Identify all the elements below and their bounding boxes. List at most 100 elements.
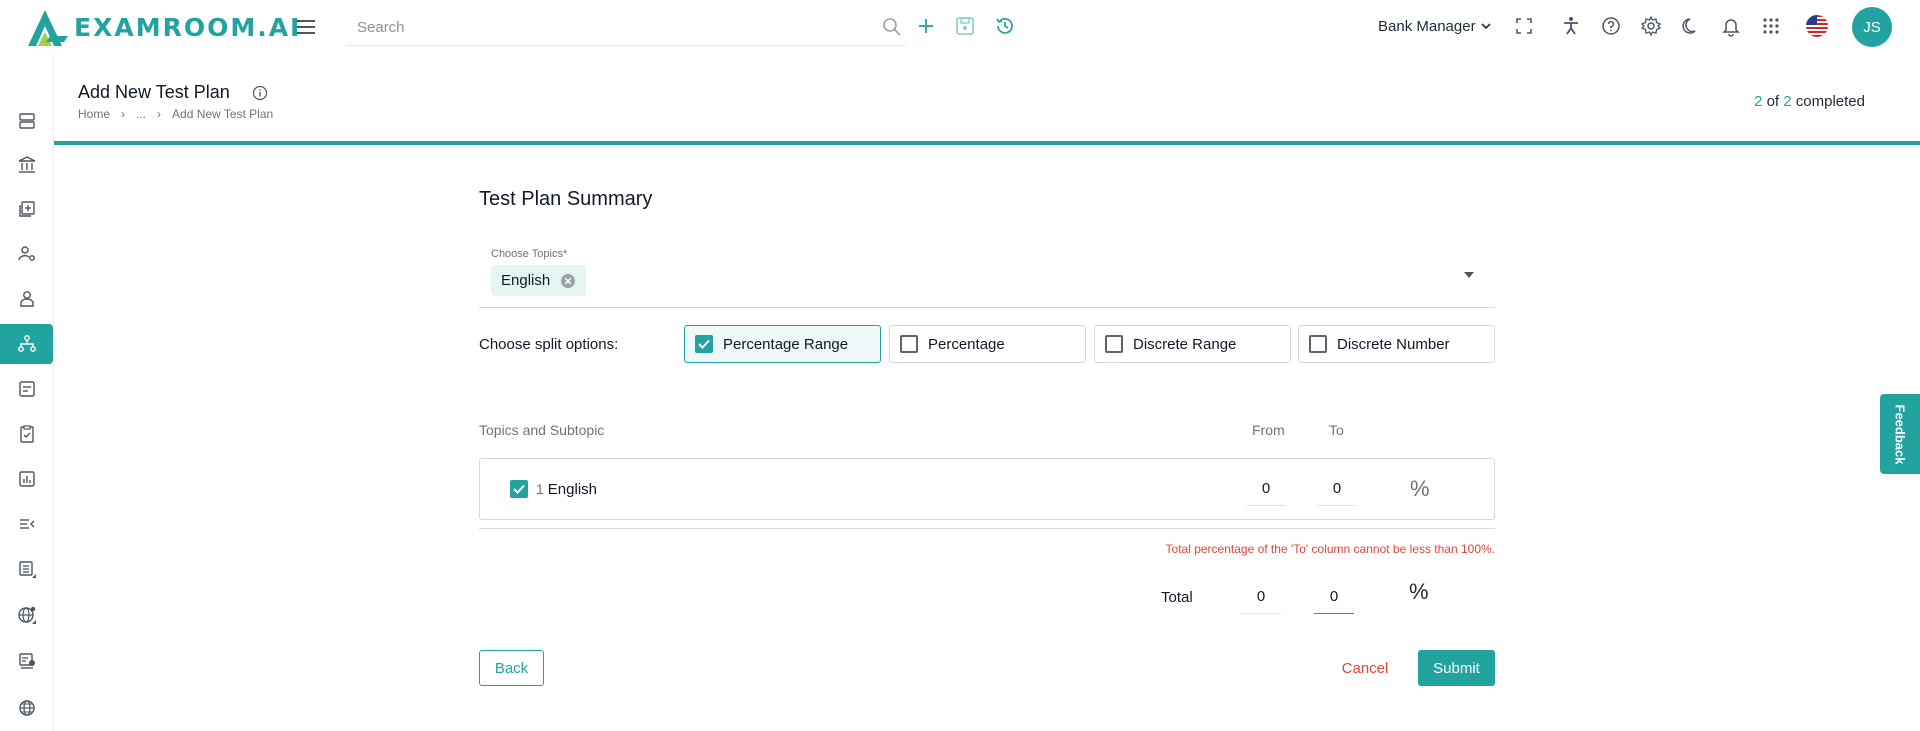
list-expand-icon <box>18 561 36 578</box>
add-icon[interactable] <box>915 15 937 37</box>
logo-text: EXAMROOM.AI <box>74 12 302 42</box>
page-header: Add New Test Plan Home › ... › Add New T… <box>54 54 1920 145</box>
page-title: Add New Test Plan <box>78 82 230 102</box>
search-icon[interactable] <box>882 17 902 37</box>
breadcrumb-home[interactable]: Home <box>78 107 110 121</box>
submit-button[interactable]: Submit <box>1418 650 1495 686</box>
topic-row-label: 1 English <box>536 481 597 498</box>
checkbox-checked-icon[interactable] <box>695 335 713 353</box>
role-label: Bank Manager <box>1378 18 1476 35</box>
search-input[interactable] <box>346 12 866 42</box>
bar-chart-icon <box>18 471 35 487</box>
progress-of: of <box>1766 93 1780 110</box>
header-from: From <box>1252 422 1285 438</box>
progress-suffix: completed <box>1795 93 1865 110</box>
sidebar-item-notes[interactable] <box>0 369 53 409</box>
avatar[interactable]: JS <box>1852 7 1892 47</box>
bank-icon <box>18 156 35 173</box>
logo-mark-icon <box>28 10 68 46</box>
split-options-label: Choose split options: <box>479 336 619 353</box>
logo[interactable]: EXAMROOM.AI <box>24 6 301 48</box>
breadcrumb-separator-icon: › <box>121 107 126 121</box>
topic-chip: English <box>491 265 587 296</box>
progress-current: 2 <box>1754 93 1763 110</box>
hierarchy-icon <box>17 335 36 352</box>
topic-row-checkbox-icon[interactable] <box>510 480 528 498</box>
sidebar-item-servers[interactable] <box>0 101 53 141</box>
total-to-input <box>1314 580 1354 614</box>
feedback-label: Feedback <box>1892 404 1908 464</box>
split-option-label: Percentage <box>928 335 1005 353</box>
sidebar-item-list-expand[interactable] <box>0 549 53 589</box>
info-icon[interactable] <box>252 85 268 101</box>
add-document-icon <box>18 201 35 217</box>
topic-row: 1English % <box>479 458 1495 520</box>
split-option-percentage[interactable]: Percentage <box>889 325 1086 363</box>
checkbox-unchecked-icon[interactable] <box>1105 335 1123 353</box>
help-icon[interactable] <box>1600 15 1622 37</box>
sidebar-item-bank[interactable] <box>0 145 53 185</box>
total-percent-unit: % <box>1409 579 1429 604</box>
globe-icon <box>18 700 35 716</box>
topic-row-index: 1 <box>536 481 544 497</box>
save-icon[interactable] <box>954 15 976 37</box>
users-settings-icon <box>17 246 35 261</box>
settings-icon[interactable] <box>1640 15 1662 37</box>
split-option-label: Discrete Number <box>1337 335 1450 353</box>
sidebar-item-user[interactable] <box>0 279 53 319</box>
sidebar-item-globe-settings[interactable] <box>0 595 53 635</box>
list-collapse-icon <box>19 519 34 529</box>
split-option-discrete-range[interactable]: Discrete Range <box>1094 325 1291 363</box>
role-dropdown[interactable]: Bank Manager <box>1378 18 1491 35</box>
topic-row-name: English <box>547 481 597 498</box>
clipboard-check-icon <box>19 425 34 443</box>
breadcrumb-ellipsis[interactable]: ... <box>136 107 146 121</box>
sidebar-item-user-settings[interactable] <box>0 234 53 274</box>
progress-total: 2 <box>1783 93 1792 110</box>
remove-chip-icon[interactable] <box>560 273 576 289</box>
percent-unit: % <box>1410 476 1430 501</box>
split-option-label: Percentage Range <box>723 335 849 353</box>
topic-to-input[interactable] <box>1317 472 1357 506</box>
split-option-discrete-number[interactable]: Discrete Number <box>1298 325 1495 363</box>
fullscreen-icon[interactable] <box>1513 15 1535 37</box>
validation-error: Total percentage of the 'To' column cann… <box>1165 542 1495 556</box>
progress-status: 2 of 2 completed <box>1754 93 1865 110</box>
sidebar-item-globe[interactable] <box>0 688 53 728</box>
globe-settings-icon <box>17 606 36 624</box>
sidebar-item-list-collapse[interactable] <box>0 504 53 544</box>
breadcrumb: Home › ... › Add New Test Plan <box>78 107 273 121</box>
notification-bell-icon[interactable] <box>1720 15 1742 37</box>
choose-topics-select[interactable]: Choose Topics* English <box>479 242 1495 308</box>
dropdown-arrow-icon[interactable] <box>1463 271 1475 279</box>
top-bar: EXAMROOM.AI Bank Manager <box>0 0 1920 54</box>
history-icon[interactable] <box>994 15 1016 37</box>
cancel-button[interactable]: Cancel <box>1330 650 1400 686</box>
sidebar-item-reports[interactable] <box>0 459 53 499</box>
split-option-percentage-range[interactable]: Percentage Range <box>684 325 881 363</box>
dark-mode-icon[interactable] <box>1680 15 1702 37</box>
server-icon <box>18 113 35 129</box>
breadcrumb-separator-icon: › <box>157 107 162 121</box>
menu-toggle-icon[interactable] <box>295 16 317 38</box>
choose-topics-label: Choose Topics* <box>491 248 568 260</box>
sidebar-item-checklist[interactable] <box>0 414 53 454</box>
search-bar <box>346 12 906 46</box>
sidebar-item-certificate[interactable] <box>0 641 53 681</box>
back-button[interactable]: Back <box>479 650 544 686</box>
chevron-down-icon <box>1480 23 1491 30</box>
checkbox-unchecked-icon[interactable] <box>900 335 918 353</box>
topic-from-input[interactable] <box>1246 472 1286 506</box>
accessibility-icon[interactable] <box>1560 15 1582 37</box>
checkbox-unchecked-icon[interactable] <box>1309 335 1327 353</box>
sidebar <box>0 54 54 731</box>
sidebar-item-add-document[interactable] <box>0 189 53 229</box>
us-flag-icon[interactable] <box>1805 14 1829 38</box>
feedback-tab[interactable]: Feedback <box>1880 394 1920 474</box>
sidebar-item-hierarchy[interactable] <box>0 324 53 364</box>
header-to: To <box>1329 422 1344 438</box>
apps-grid-icon[interactable] <box>1760 15 1782 37</box>
total-label: Total <box>1161 589 1193 606</box>
topic-chip-label: English <box>501 272 551 289</box>
user-icon <box>19 291 34 307</box>
